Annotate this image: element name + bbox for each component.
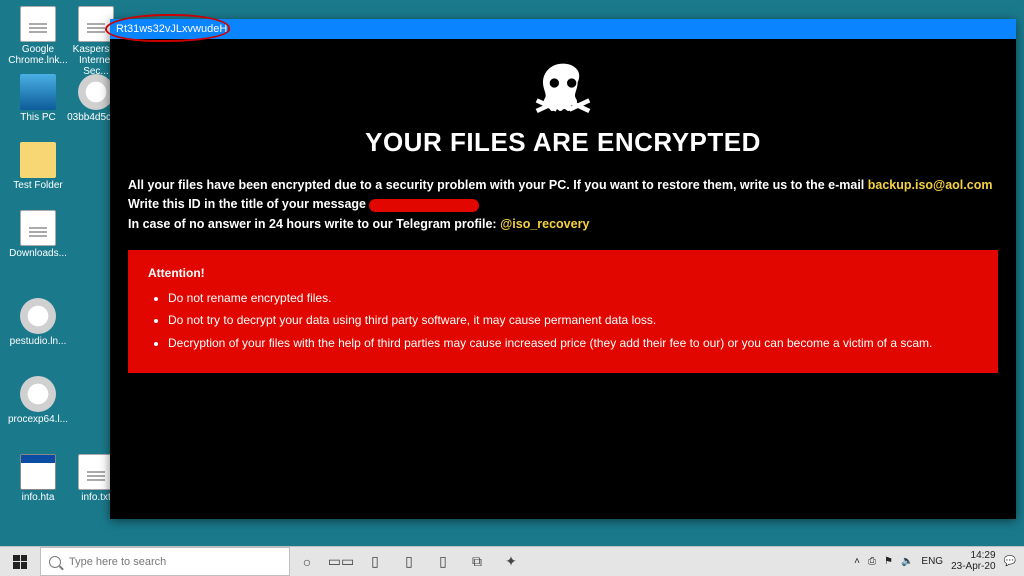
attention-item: Decryption of your files with the help o… <box>168 334 978 353</box>
search-placeholder: Type here to search <box>69 556 166 568</box>
ransom-paragraph: All your files have been encrypted due t… <box>128 176 998 234</box>
taskbar-app-4[interactable]: ⧉ <box>460 547 494 576</box>
taskbar-app-3[interactable]: ▯ <box>426 547 460 576</box>
tray-chevron-icon[interactable]: ˄ <box>854 556 860 567</box>
desktop-icon-label: pestudio.ln... <box>10 336 67 347</box>
tray-language[interactable]: ENG <box>921 556 943 567</box>
desktop-icon-label: Google Chrome.lnk... <box>8 44 68 66</box>
line1-text: All your files have been encrypted due t… <box>128 178 868 192</box>
action-center-icon[interactable]: 💬 <box>1004 556 1016 567</box>
tray-volume-icon[interactable]: 🔈 <box>901 556 913 567</box>
ransom-telegram[interactable]: @iso_recovery <box>500 217 589 231</box>
ransom-window: Rt31ws32vJLxvwudeH YOUR FILES ARE ENCRYP… <box>110 19 1016 519</box>
app-icon <box>20 454 56 490</box>
folder-icon <box>20 142 56 178</box>
clock-date: 23-Apr-20 <box>951 562 995 573</box>
txt-icon <box>20 210 56 246</box>
redacted-id <box>369 199 479 212</box>
desktop-icon[interactable]: procexp64.l... <box>8 376 68 425</box>
attention-list: Do not rename encrypted files. Do not try… <box>148 289 978 353</box>
ransom-email[interactable]: backup.iso@aol.com <box>868 178 993 192</box>
tray-icon-1[interactable]: ⎙ <box>868 556 876 567</box>
txt-icon <box>78 454 114 490</box>
desktop-icon[interactable]: info.hta <box>8 454 68 503</box>
window-title: Rt31ws32vJLxvwudeH <box>116 23 227 35</box>
taskbar-app-2[interactable]: ▯ <box>392 547 426 576</box>
system-tray[interactable]: ˄ ⎙ ⚑ 🔈 ENG 14:29 23-Apr-20 💬 <box>846 551 1024 572</box>
desktop-icon-label: Test Folder <box>13 180 62 191</box>
attention-item: Do not rename encrypted files. <box>168 289 978 308</box>
disk-icon <box>20 376 56 412</box>
attention-heading: Attention! <box>148 264 978 283</box>
ransom-body: YOUR FILES ARE ENCRYPTED All your files … <box>110 39 1016 391</box>
desktop-icon[interactable]: pestudio.ln... <box>8 298 68 347</box>
desktop-icon-label: This PC <box>20 112 56 123</box>
taskbar-app-5[interactable]: ✦ <box>494 547 528 576</box>
desktop-icon[interactable]: This PC <box>8 74 68 123</box>
taskbar-app-1[interactable]: ▯ <box>358 547 392 576</box>
desktop-icon-label: info.hta <box>22 492 55 503</box>
txt-icon <box>20 6 56 42</box>
line2-text: Write this ID in the title of your messa… <box>128 197 369 211</box>
desktop-icon-label: procexp64.l... <box>8 414 68 425</box>
window-titlebar[interactable]: Rt31ws32vJLxvwudeH <box>110 19 1016 39</box>
desktop-icon[interactable]: Downloads... <box>8 210 68 259</box>
taskbar-clock[interactable]: 14:29 23-Apr-20 <box>951 551 995 572</box>
clock-time: 14:29 <box>971 551 996 562</box>
task-view-icon[interactable]: ▭▭ <box>324 547 358 576</box>
attention-box: Attention! Do not rename encrypted files… <box>128 250 998 372</box>
search-icon <box>49 556 61 568</box>
taskbar: Type here to search ○ ▭▭ ▯ ▯ ▯ ⧉ ✦ ˄ ⎙ ⚑… <box>0 546 1024 576</box>
line3-text: In case of no answer in 24 hours write t… <box>128 217 500 231</box>
taskbar-search[interactable]: Type here to search <box>40 547 290 576</box>
txt-icon <box>78 6 114 42</box>
pc-icon <box>20 74 56 110</box>
windows-logo-icon <box>13 555 27 569</box>
tray-icon-2[interactable]: ⚑ <box>884 556 893 567</box>
desktop-icon-label: info.txt <box>81 492 110 503</box>
desktop-icon[interactable]: Google Chrome.lnk... <box>8 6 68 66</box>
desktop-icon[interactable]: Test Folder <box>8 142 68 191</box>
encrypted-heading: YOUR FILES ARE ENCRYPTED <box>128 127 998 158</box>
disk-icon <box>20 298 56 334</box>
desktop-icon-label: Downloads... <box>9 248 67 259</box>
disk-icon <box>78 74 114 110</box>
attention-item: Do not try to decrypt your data using th… <box>168 311 978 330</box>
cortana-icon[interactable]: ○ <box>290 547 324 576</box>
skull-icon <box>128 61 998 121</box>
start-button[interactable] <box>0 547 40 576</box>
